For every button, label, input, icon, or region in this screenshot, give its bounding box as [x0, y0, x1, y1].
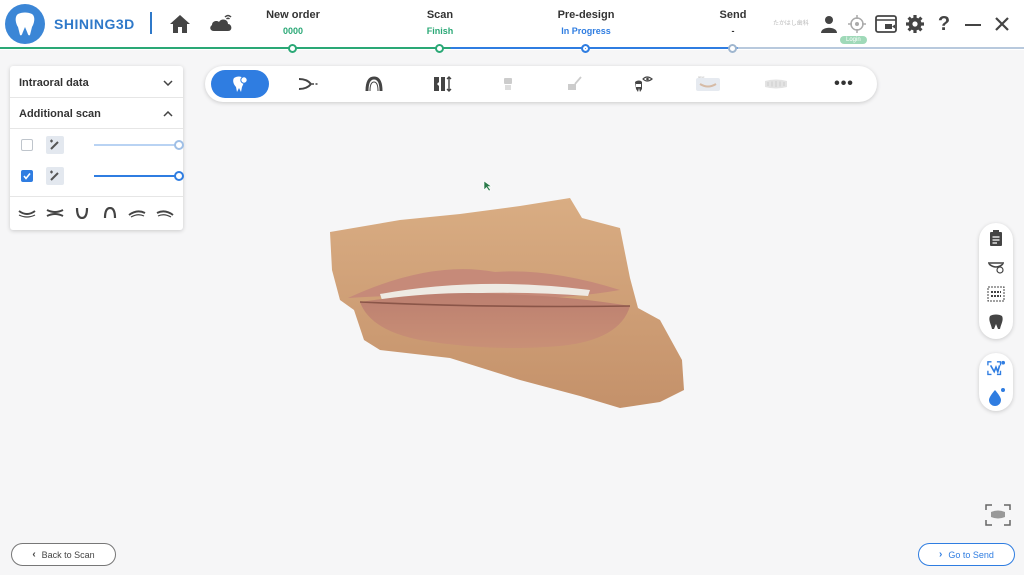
back-view-icon[interactable]	[101, 207, 119, 219]
back-to-scan-button[interactable]: ‹ Back to Scan	[11, 543, 116, 566]
tooth-spacing-icon	[434, 76, 452, 92]
design-toolbar: label •••	[205, 66, 877, 102]
arch-tool[interactable]	[345, 70, 403, 98]
jaw-model-icon	[765, 79, 787, 89]
bite-view-icon[interactable]	[46, 207, 64, 219]
step-pre-design[interactable]: Pre-design In Progress	[531, 9, 641, 36]
step-dot-scan	[435, 44, 444, 53]
help-icon[interactable]: ?	[932, 12, 956, 36]
clinic-name: たかはし歯科	[773, 21, 809, 27]
scan-1-slider-handle[interactable]	[174, 140, 184, 150]
tooth-scan-tool[interactable]	[211, 70, 269, 98]
chevron-down-icon	[163, 80, 173, 86]
tooth-spacing-tool[interactable]	[413, 70, 471, 98]
scan-wand-icon	[50, 139, 59, 150]
additional-scan-header[interactable]: Additional scan	[10, 103, 183, 125]
clipboard-icon[interactable]	[987, 229, 1005, 247]
left-view-icon[interactable]	[128, 207, 146, 219]
arch-icon	[365, 76, 383, 92]
home-icon[interactable]	[168, 12, 192, 36]
cloud-sync-icon[interactable]	[207, 12, 235, 36]
scan-1-checkbox[interactable]	[21, 139, 33, 151]
gear-icon[interactable]	[903, 12, 927, 36]
bite-align-icon	[298, 78, 318, 90]
workflow-progress-line	[0, 47, 1024, 49]
scan-wand-icon	[50, 170, 59, 181]
chevron-right-icon: ›	[939, 549, 943, 560]
jaw-settings-icon[interactable]	[987, 258, 1005, 276]
front-view-icon[interactable]	[73, 207, 91, 219]
scan-1-thumbnail[interactable]	[46, 136, 64, 154]
auto-align-icon[interactable]	[987, 360, 1005, 378]
go-to-send-button[interactable]: › Go to Send	[918, 543, 1015, 566]
more-tools-button[interactable]: •••	[815, 70, 873, 98]
tooth-grid-icon[interactable]	[987, 285, 1005, 303]
jaw-view-buttons	[18, 207, 174, 219]
step-send[interactable]: Send -	[678, 9, 788, 36]
top-bar: SHINING3D New order 0000 Scan Finish Pre…	[0, 0, 1024, 50]
water-drop-icon[interactable]	[987, 388, 1005, 406]
scan-2-slider-handle[interactable]	[174, 171, 184, 181]
tooth-scan-icon	[233, 76, 248, 92]
chevron-up-icon	[163, 111, 173, 117]
step-dot-new-order	[288, 44, 297, 53]
smile-photo-icon: label	[696, 75, 720, 91]
scan-2-opacity-slider[interactable]	[94, 171, 184, 181]
panel-divider	[10, 196, 183, 197]
crown-tool[interactable]	[479, 70, 537, 98]
header-divider	[150, 12, 152, 34]
scan-2-checkbox[interactable]	[21, 170, 33, 182]
side-tools-panel-2	[979, 353, 1013, 411]
close-icon[interactable]	[990, 12, 1014, 36]
jaw-model-tool[interactable]	[747, 70, 805, 98]
bite-align-tool[interactable]	[279, 70, 337, 98]
tooth-icon[interactable]	[987, 313, 1005, 331]
mouse-cursor-icon	[483, 180, 493, 192]
minimize-icon[interactable]	[961, 12, 985, 36]
chevron-left-icon: ‹	[32, 549, 36, 560]
right-view-icon[interactable]	[156, 207, 174, 219]
step-new-order[interactable]: New order 0000	[238, 9, 348, 36]
lips-3d-model[interactable]	[320, 190, 690, 415]
brush-tool[interactable]	[545, 70, 603, 98]
crosshair-icon[interactable]	[845, 12, 869, 36]
side-tools-panel	[979, 223, 1013, 339]
app-logo: SHINING3D	[5, 4, 135, 44]
brush-icon	[568, 76, 582, 90]
screenshot-frame-icon[interactable]	[984, 503, 1012, 527]
crown-icon	[504, 78, 512, 90]
smile-photo-tool[interactable]: label	[679, 70, 737, 98]
tooth-logo-icon	[5, 4, 45, 44]
svg-text:label: label	[698, 75, 705, 79]
scan-1-opacity-slider[interactable]	[94, 140, 184, 150]
step-scan[interactable]: Scan Finish	[385, 9, 495, 36]
check-icon	[23, 173, 31, 180]
scan-2-thumbnail[interactable]	[46, 167, 64, 185]
login-badge: Login	[840, 36, 867, 44]
step-dot-pre-design	[581, 44, 590, 53]
data-panel: Intraoral data Additional scan	[10, 66, 184, 230]
brand-name: SHINING3D	[54, 16, 135, 32]
screen-record-icon[interactable]	[874, 12, 898, 36]
intraoral-data-header[interactable]: Intraoral data	[10, 72, 183, 94]
tooth-visibility-tool[interactable]	[613, 70, 671, 98]
panel-divider	[10, 128, 183, 129]
tooth-eye-icon	[635, 76, 653, 92]
panel-divider	[10, 97, 183, 98]
step-dot-send	[728, 44, 737, 53]
more-icon: •••	[834, 75, 854, 92]
user-icon[interactable]	[817, 12, 841, 36]
lower-jaw-icon[interactable]	[18, 207, 36, 219]
